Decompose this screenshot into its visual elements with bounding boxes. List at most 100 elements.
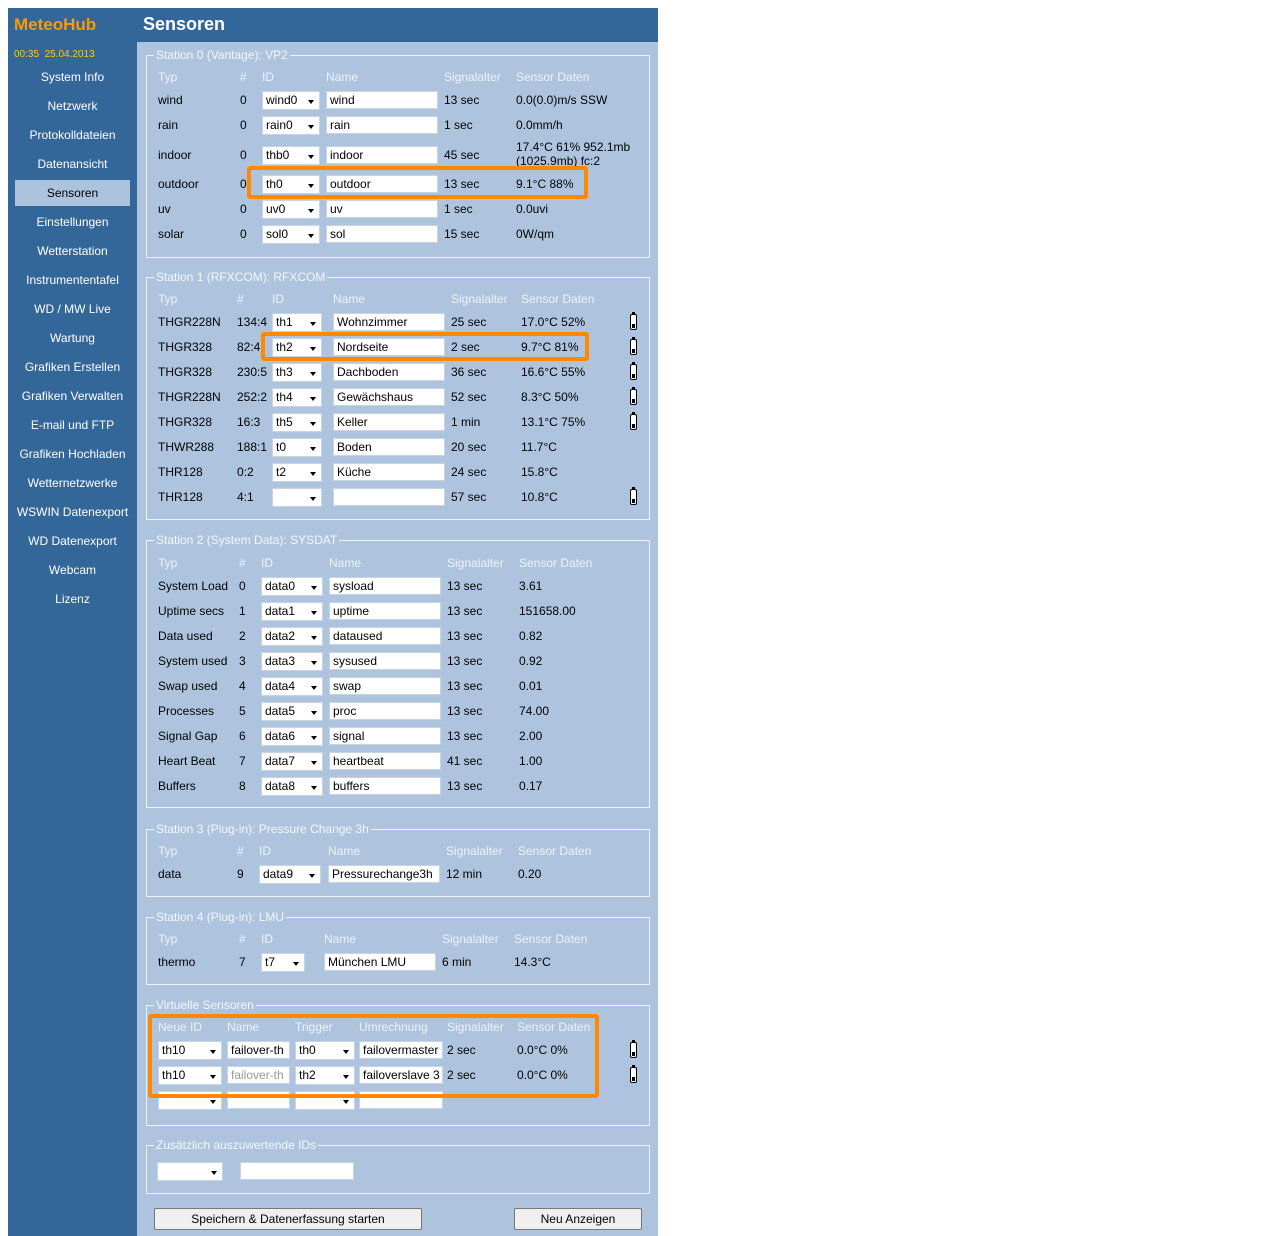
sensor-name-input[interactable]: Dachboden xyxy=(333,363,445,381)
sensor-id-select[interactable]: rain0 xyxy=(262,116,320,135)
sensor-id-select[interactable]: data0 xyxy=(261,577,323,596)
column-header-typ: Typ xyxy=(158,932,178,946)
nav-item-grafiken-erstellen[interactable]: Grafiken Erstellen xyxy=(15,354,130,380)
chevron-down-icon xyxy=(311,686,317,690)
sensor-id-select[interactable]: t2 xyxy=(272,463,322,482)
select-value: data4 xyxy=(265,679,296,693)
nav-item-instrumententafel[interactable]: Instrumententafel xyxy=(15,267,130,293)
sensor-name-input[interactable]: signal xyxy=(329,727,441,745)
sensor-name-input[interactable]: dataused xyxy=(329,627,441,645)
nav-item-grafiken-hochladen[interactable]: Grafiken Hochladen xyxy=(15,441,130,467)
nav-item-sensoren[interactable]: Sensoren xyxy=(15,180,130,206)
sensor-name-input[interactable]: indoor xyxy=(326,146,438,164)
sensor-id-select[interactable]: thb0 xyxy=(262,146,320,165)
signal-age: 41 sec xyxy=(447,754,483,768)
sensor-name-input[interactable]: swap xyxy=(329,677,441,695)
sensor-name-input[interactable]: Küche xyxy=(333,463,445,481)
sensor-name-input[interactable]: uptime xyxy=(329,602,441,620)
extra-id-select[interactable] xyxy=(157,1162,223,1181)
nav-item-wetterstation[interactable]: Wetterstation xyxy=(15,238,130,264)
nav-item-grafiken-verwalten[interactable]: Grafiken Verwalten xyxy=(15,383,130,409)
sensor-name-input[interactable]: proc xyxy=(329,702,441,720)
extra-id-input[interactable] xyxy=(240,1162,354,1180)
sensor-name-input[interactable]: Keller xyxy=(333,413,445,431)
chevron-down-icon xyxy=(311,761,317,765)
sensor-id-select[interactable]: data1 xyxy=(261,602,323,621)
sensor-name-input[interactable]: München LMU xyxy=(324,953,436,971)
nav-item-webcam[interactable]: Webcam xyxy=(15,557,130,583)
sensor-id-select[interactable]: data9 xyxy=(259,865,321,884)
sidebar: MeteoHub 00:35 25.04.2013 System Info Net… xyxy=(8,8,137,1236)
sensor-id-select[interactable]: th4 xyxy=(272,388,322,407)
sensor-name-input[interactable]: Gewächshaus xyxy=(333,388,445,406)
sensor-name-input[interactable]: heartbeat xyxy=(329,752,441,770)
nav-item-e-mail-und-ftp[interactable]: E-mail und FTP xyxy=(15,412,130,438)
sensor-id-select[interactable]: data3 xyxy=(261,652,323,671)
sensor-type: outdoor xyxy=(158,177,199,191)
chevron-down-icon xyxy=(309,874,315,878)
nav-item-system-info[interactable]: System Info xyxy=(15,64,130,90)
sensor-id-select[interactable]: data8 xyxy=(261,777,323,796)
sensor-id-select[interactable]: th5 xyxy=(272,413,322,432)
nav-item-einstellungen[interactable]: Einstellungen xyxy=(15,209,130,235)
save-start-button[interactable]: Speichern & Datenerfassung starten xyxy=(154,1208,422,1230)
column-header-id: ID xyxy=(259,844,271,858)
sensor-name-input[interactable]: Boden xyxy=(333,438,445,456)
chevron-down-icon xyxy=(210,1100,216,1104)
sensor-name-input[interactable] xyxy=(333,488,445,506)
sensor-id-select[interactable]: data6 xyxy=(261,727,323,746)
nav-item-wetternetzwerke[interactable]: Wetternetzwerke xyxy=(15,470,130,496)
nav-item-wswin-datenexport[interactable]: WSWIN Datenexport xyxy=(15,499,130,525)
sensor-type: THR128 xyxy=(158,490,203,504)
sensor-type: data xyxy=(158,867,182,881)
sensor-type: Uptime secs xyxy=(158,604,225,618)
signal-age: 15 sec xyxy=(444,227,480,241)
sensor-id-select[interactable]: data7 xyxy=(261,752,323,771)
sensor-data: 11.7°C xyxy=(521,440,557,454)
sensor-id-select[interactable]: data2 xyxy=(261,627,323,646)
nav-item-datenansicht[interactable]: Datenansicht xyxy=(15,151,130,177)
refresh-button[interactable]: Neu Anzeigen xyxy=(514,1208,642,1230)
sensor-type: THGR228N xyxy=(158,315,221,329)
sensor-number: 8 xyxy=(239,779,246,793)
sensor-id-select[interactable]: data5 xyxy=(261,702,323,721)
sensor-id-select[interactable]: uv0 xyxy=(262,200,320,219)
sensor-name-input[interactable]: wind xyxy=(326,91,438,109)
sensor-name-input[interactable]: sol xyxy=(326,225,438,243)
sensor-data: 3.61 xyxy=(519,579,543,593)
sensor-number: 134:4 xyxy=(237,315,268,329)
nav-item-wartung[interactable]: Wartung xyxy=(15,325,130,351)
sensor-name-input[interactable]: Wohnzimmer xyxy=(333,313,445,331)
sensor-name-input[interactable]: Pressurechange3h xyxy=(328,865,440,883)
column-header-name: Name xyxy=(324,932,357,946)
sensor-name-input[interactable]: sysused xyxy=(329,652,441,670)
sensor-id-select[interactable]: sol0 xyxy=(262,225,320,244)
nav-item-wd-datenexport[interactable]: WD Datenexport xyxy=(15,528,130,554)
sensor-id-select[interactable]: t0 xyxy=(272,438,322,457)
sensor-number: 1 xyxy=(239,604,246,618)
sensor-id-select[interactable]: t7 xyxy=(261,953,305,972)
fieldset-legend: Station 4 (Plug-in): LMU xyxy=(156,910,285,924)
select-value: thb0 xyxy=(266,148,290,162)
sensor-id-select[interactable]: data4 xyxy=(261,677,323,696)
sensor-id-select[interactable]: th3 xyxy=(272,363,322,382)
sensor-id-select[interactable]: th1 xyxy=(272,313,322,332)
sensor-data: 0.92 xyxy=(519,654,543,668)
signal-age: 13 sec xyxy=(447,654,483,668)
sensor-data: 0.17 xyxy=(519,779,543,793)
sensor-name-input[interactable]: sysload xyxy=(329,577,441,595)
sensor-name-input[interactable]: rain xyxy=(326,116,438,134)
sensor-name-input[interactable]: buffers xyxy=(329,777,441,795)
column-header-name: Name xyxy=(326,70,359,84)
nav-item-wd-mw-live[interactable]: WD / MW Live xyxy=(15,296,130,322)
select-value: rain0 xyxy=(266,118,293,132)
nav-item-protokolldateien[interactable]: Protokolldateien xyxy=(15,122,130,148)
sensor-name-input[interactable]: uv xyxy=(326,200,438,218)
sensor-number: 6 xyxy=(239,729,246,743)
nav-item-lizenz[interactable]: Lizenz xyxy=(15,586,130,612)
nav-item-netzwerk[interactable]: Netzwerk xyxy=(15,93,130,119)
sensor-number: 4:1 xyxy=(237,490,254,504)
signal-age: 6 min xyxy=(442,955,472,969)
sensor-id-select[interactable] xyxy=(272,488,322,507)
sensor-id-select[interactable]: wind0 xyxy=(262,91,320,110)
